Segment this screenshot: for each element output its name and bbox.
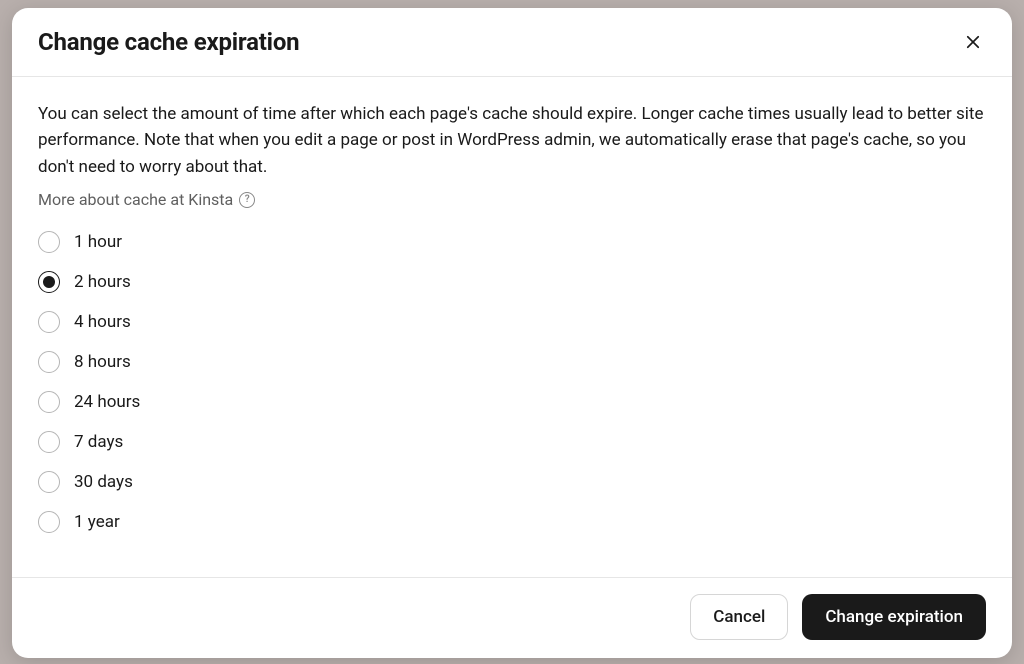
cancel-button[interactable]: Cancel [690, 594, 788, 640]
modal-description: You can select the amount of time after … [38, 101, 986, 180]
radio-option-8-hours[interactable]: 8 hours [38, 351, 986, 373]
radio-option-30-days[interactable]: 30 days [38, 471, 986, 493]
modal-title: Change cache expiration [38, 28, 299, 56]
radio-indicator [38, 391, 60, 413]
modal-header: Change cache expiration [12, 8, 1012, 77]
help-link-text: More about cache at Kinsta [38, 190, 233, 209]
radio-indicator [38, 511, 60, 533]
close-button[interactable] [960, 29, 986, 55]
radio-option-4-hours[interactable]: 4 hours [38, 311, 986, 333]
help-link[interactable]: More about cache at Kinsta ? [38, 190, 255, 209]
radio-indicator [38, 311, 60, 333]
radio-indicator [38, 351, 60, 373]
question-icon: ? [239, 192, 255, 208]
radio-option-24-hours[interactable]: 24 hours [38, 391, 986, 413]
radio-label: 1 year [74, 512, 120, 532]
modal-footer: Cancel Change expiration [12, 577, 1012, 658]
radio-label: 1 hour [74, 232, 122, 252]
radio-option-1-hour[interactable]: 1 hour [38, 231, 986, 253]
radio-label: 30 days [74, 472, 133, 492]
change-expiration-button[interactable]: Change expiration [802, 594, 986, 640]
radio-list: 1 hour 2 hours 4 hours 8 hours 24 hours … [38, 231, 986, 533]
radio-indicator [38, 231, 60, 253]
modal-body: You can select the amount of time after … [12, 77, 1012, 577]
radio-indicator [38, 471, 60, 493]
close-icon [964, 33, 982, 51]
radio-indicator [38, 431, 60, 453]
radio-label: 24 hours [74, 392, 140, 412]
radio-option-7-days[interactable]: 7 days [38, 431, 986, 453]
radio-label: 8 hours [74, 352, 131, 372]
radio-indicator [38, 271, 60, 293]
radio-option-1-year[interactable]: 1 year [38, 511, 986, 533]
modal-change-cache-expiration: Change cache expiration You can select t… [12, 8, 1012, 658]
radio-label: 2 hours [74, 272, 131, 292]
radio-label: 4 hours [74, 312, 131, 332]
radio-option-2-hours[interactable]: 2 hours [38, 271, 986, 293]
radio-label: 7 days [74, 432, 123, 452]
